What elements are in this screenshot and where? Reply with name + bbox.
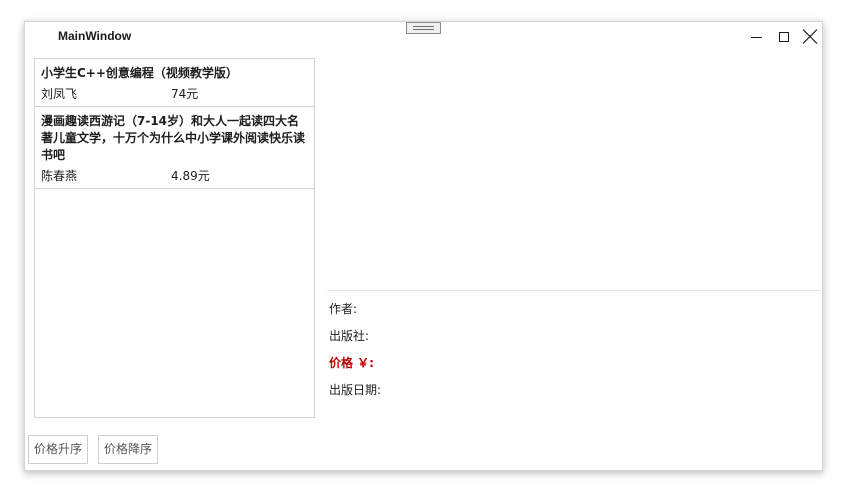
sort-price-asc-button[interactable]: 价格升序 <box>28 435 89 464</box>
minimize-button[interactable] <box>744 26 770 48</box>
list-item[interactable]: 小学生C++创意编程（视频教学版） 刘凤飞 74元 <box>35 59 314 107</box>
list-item[interactable]: 漫画趣读西游记（7-14岁）和大人一起读四大名著儿童文学，十万个为什么中小学课外… <box>35 107 314 189</box>
close-button[interactable] <box>798 26 824 48</box>
detail-date-label: 出版日期: <box>329 383 382 397</box>
main-window: MainWindow 小学生C++创意编程（视频教学版） 刘凤飞 74元 漫画趣… <box>24 21 823 471</box>
book-list[interactable]: 小学生C++创意编程（视频教学版） 刘凤飞 74元 漫画趣读西游记（7-14岁）… <box>34 58 315 418</box>
book-price: 4.89元 <box>171 169 210 183</box>
book-details: 作者: 出版社: 价格 ￥: 出版日期: <box>329 301 381 409</box>
minimize-icon <box>751 37 762 38</box>
maximize-icon <box>779 32 789 42</box>
detail-publisher-label: 出版社: <box>329 329 370 343</box>
title-bar[interactable]: MainWindow <box>25 22 822 52</box>
detail-author-label: 作者: <box>329 302 358 316</box>
detail-price-label: 价格 ￥: <box>329 356 374 370</box>
book-author: 刘凤飞 <box>41 87 78 101</box>
sort-price-desc-button[interactable]: 价格降序 <box>98 435 159 464</box>
drag-handle[interactable] <box>406 22 441 34</box>
book-title: 漫画趣读西游记（7-14岁）和大人一起读四大名著儿童文学，十万个为什么中小学课外… <box>41 114 306 162</box>
window-title: MainWindow <box>58 29 132 43</box>
book-title: 小学生C++创意编程（视频教学版） <box>41 66 238 80</box>
book-cover-image <box>327 58 821 291</box>
close-icon <box>802 29 818 44</box>
book-author: 陈春燕 <box>41 169 78 183</box>
book-price: 74元 <box>171 87 199 101</box>
maximize-button[interactable] <box>772 26 798 48</box>
